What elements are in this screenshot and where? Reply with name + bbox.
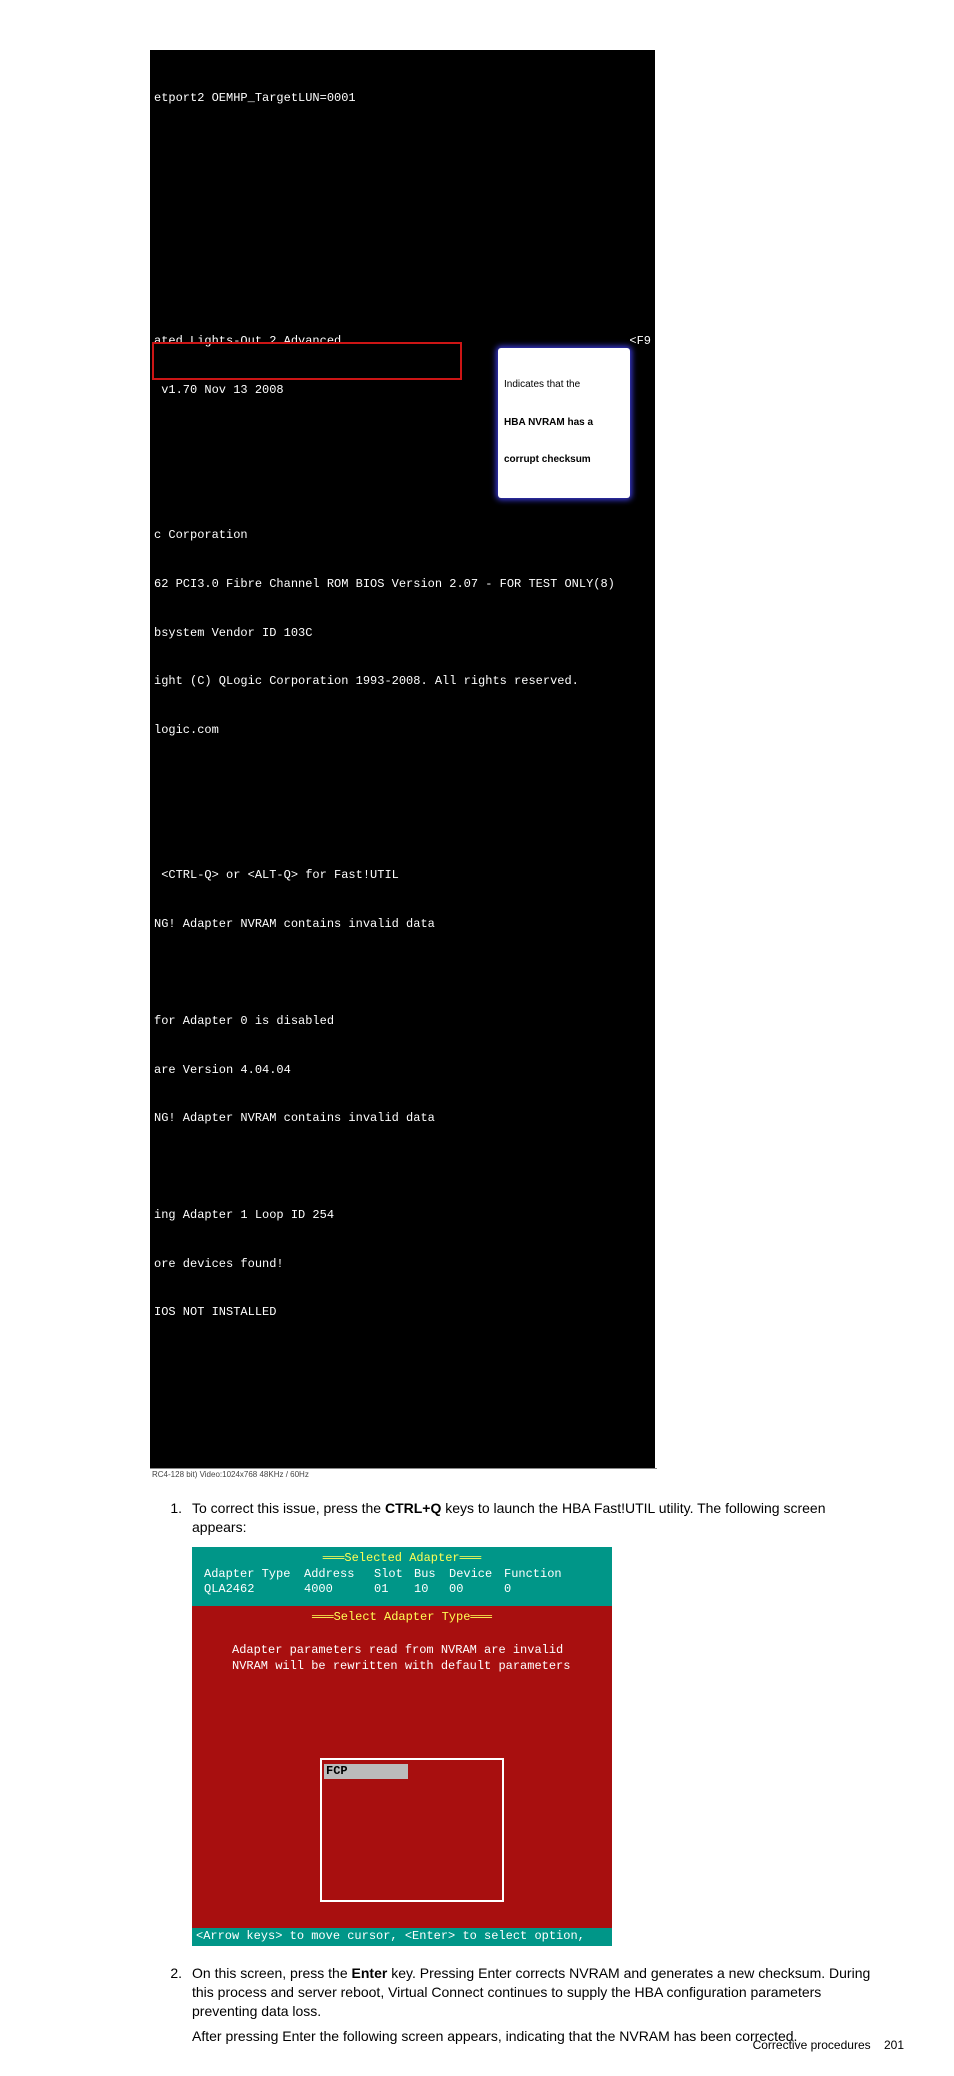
- term-line: ated Lights-Out 2 Advanced <F9: [150, 333, 655, 349]
- term-blank: [150, 188, 655, 204]
- term-blank: [150, 236, 655, 252]
- term-blank: [150, 1353, 655, 1369]
- step-number: 1.: [140, 1499, 192, 1537]
- step-text: On this screen, press the Enter key. Pre…: [192, 1964, 914, 2021]
- term-line: bsystem Vendor ID 103C: [150, 625, 655, 641]
- step-number: 2.: [140, 1964, 192, 2021]
- callout-line: corrupt checksum: [504, 454, 624, 467]
- term-line: are Version 4.04.04: [150, 1062, 655, 1078]
- val-device: 00: [449, 1582, 504, 1598]
- selection-box: [320, 1758, 504, 1902]
- term-blank: [150, 770, 655, 786]
- page-number: 201: [884, 2038, 904, 2052]
- term-line: 62 PCI3.0 Fibre Channel ROM BIOS Version…: [150, 576, 655, 592]
- col-address: Address: [304, 1567, 374, 1583]
- adapter-header-row: Adapter Type Address Slot Bus Device Fun…: [192, 1567, 612, 1583]
- term-line: IOS NOT INSTALLED: [150, 1304, 655, 1320]
- fcp-option: FCP: [324, 1764, 408, 1780]
- instruction-step-2: 2. On this screen, press the Enter key. …: [40, 1964, 914, 2021]
- instruction-step-1: 1. To correct this issue, press the CTRL…: [40, 1499, 914, 1537]
- step-text: To correct this issue, press the CTRL+Q …: [192, 1499, 914, 1537]
- val-adapter-type: QLA2462: [204, 1582, 304, 1598]
- f9-hint: <F9: [629, 333, 651, 349]
- section-name: Corrective procedures: [753, 2038, 871, 2052]
- val-slot: 01: [374, 1582, 414, 1598]
- keystroke: Enter: [352, 1965, 388, 1981]
- fastutil-screen: ═══Selected Adapter═══ Adapter Type Addr…: [192, 1547, 612, 1946]
- term-line: ing Adapter 1 Loop ID 254: [150, 1207, 655, 1223]
- term-line: ight (C) QLogic Corporation 1993-2008. A…: [150, 673, 655, 689]
- val-bus: 10: [414, 1582, 449, 1598]
- page-footer: Corrective procedures 201: [753, 2038, 904, 2052]
- term-line: etport2 OEMHP_TargetLUN=0001: [150, 90, 655, 106]
- term-line-warning: NG! Adapter NVRAM contains invalid data: [150, 916, 655, 932]
- term-blank: [150, 965, 655, 981]
- col-adapter-type: Adapter Type: [204, 1567, 304, 1583]
- nvram-invalid-message: Adapter parameters read from NVRAM are i…: [192, 1625, 612, 1674]
- col-function: Function: [504, 1567, 564, 1583]
- select-adapter-type-title: ═══Select Adapter Type═══: [192, 1610, 612, 1626]
- callout-line: Indicates that the: [504, 379, 624, 392]
- ilo-line: ated Lights-Out 2 Advanced: [154, 333, 341, 349]
- val-address: 4000: [304, 1582, 374, 1598]
- term-line: ore devices found!: [150, 1256, 655, 1272]
- col-slot: Slot: [374, 1567, 414, 1583]
- fastutil-footer-hint: <Arrow keys> to move cursor, <Enter> to …: [192, 1928, 612, 1947]
- keystroke: CTRL+Q: [385, 1500, 441, 1516]
- term-line: <CTRL-Q> or <ALT-Q> for Fast!UTIL: [150, 867, 655, 883]
- term-line: c Corporation: [150, 527, 655, 543]
- term-blank: [150, 139, 655, 155]
- term-line: logic.com: [150, 722, 655, 738]
- bios-terminal-screenshot: etport2 OEMHP_TargetLUN=0001 ated Lights…: [150, 50, 655, 1468]
- video-status-line: RC4-128 bit) Video:1024x768 48KHz / 60Hz: [150, 1468, 657, 1479]
- col-bus: Bus: [414, 1567, 449, 1583]
- term-blank: [150, 1159, 655, 1175]
- term-line-warning: NG! Adapter NVRAM contains invalid data: [150, 1110, 655, 1126]
- col-device: Device: [449, 1567, 504, 1583]
- annotation-callout: Indicates that the HBA NVRAM has a corru…: [498, 348, 630, 498]
- term-blank: [150, 285, 655, 301]
- term-blank: [150, 819, 655, 835]
- callout-line: HBA NVRAM has a: [504, 417, 624, 430]
- selected-adapter-title: ═══Selected Adapter═══: [192, 1551, 612, 1567]
- adapter-value-row: QLA2462 4000 01 10 00 0: [192, 1582, 612, 1598]
- term-line: for Adapter 0 is disabled: [150, 1013, 655, 1029]
- val-function: 0: [504, 1582, 564, 1598]
